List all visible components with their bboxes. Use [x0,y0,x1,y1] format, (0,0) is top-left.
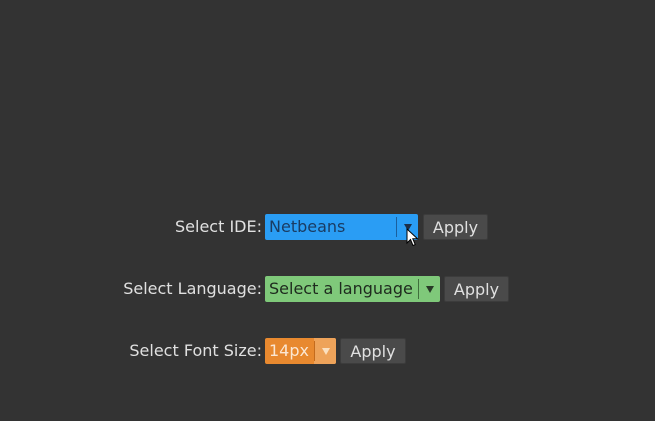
font-size-apply-button[interactable]: Apply [340,338,406,364]
font-size-dropdown-button[interactable] [314,338,336,364]
language-label: Select Language: [123,279,262,298]
font-size-label: Select Font Size: [129,341,262,360]
language-selected-value: Select a language [269,279,413,298]
font-size-selected-value: 14px [269,341,309,360]
font-size-row: Select Font Size: 14px Apply [0,338,655,364]
font-size-dropdown-separator [314,341,315,361]
ide-select[interactable]: Netbeans [265,214,418,240]
language-dropdown-separator [418,279,419,299]
language-apply-button[interactable]: Apply [444,276,509,302]
chevron-down-icon [426,286,434,293]
language-dropdown-button[interactable] [418,276,440,302]
language-row: Select Language: Select a language Apply [0,276,655,302]
chevron-down-icon [322,348,330,355]
font-size-select[interactable]: 14px [265,338,336,364]
ide-row: Select IDE: Netbeans Apply [0,214,655,240]
ide-apply-button[interactable]: Apply [423,214,488,240]
language-select[interactable]: Select a language [265,276,440,302]
ide-dropdown-separator [396,217,397,237]
ide-label: Select IDE: [175,217,262,236]
mouse-pointer-icon [406,228,419,247]
ide-selected-value: Netbeans [269,217,346,236]
